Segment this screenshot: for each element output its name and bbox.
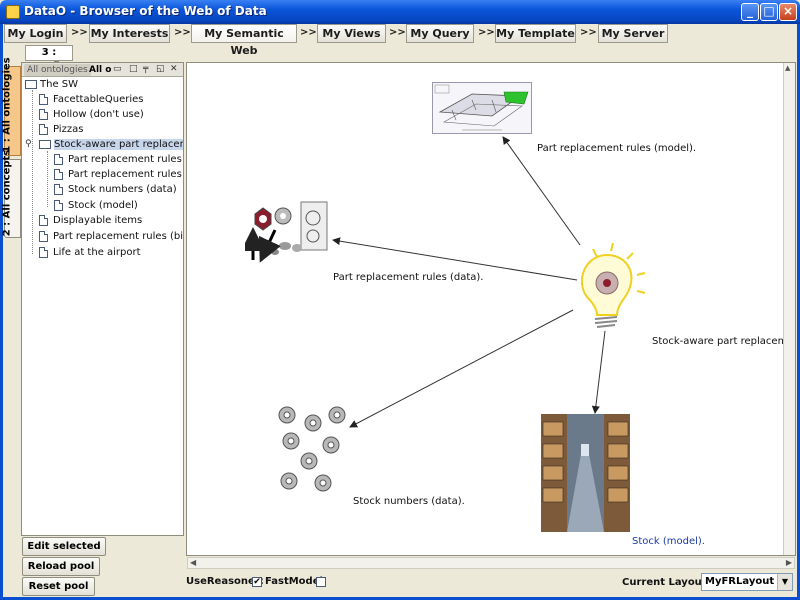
tree-item[interactable]: Part replacement rules (data [54,152,183,167]
window-title: DataO - Browser of the Web of Data [24,4,267,18]
document-icon [39,247,48,258]
tab-all-ontologies-label: 1 : All ontologies [1,57,13,153]
tree-item-label: Stock numbers (data) [68,184,177,195]
reload-pool-button[interactable]: Reload pool [22,557,100,576]
nav-separator: >> [389,27,406,38]
document-icon [39,124,48,135]
model-drawing-image[interactable] [432,82,532,134]
fast-model-checkbox[interactable] [316,577,326,587]
app-icon [6,5,20,19]
tree-item[interactable]: Displayable items [39,213,142,228]
label-center: Stock-aware part replacement [652,336,796,347]
label-stock-model: Stock (model). [632,536,705,547]
restore-icon[interactable]: □ [129,65,138,74]
tree-item-label: Part replacement rules (data [68,154,183,165]
scroll-left-icon[interactable]: ◀ [190,558,196,567]
vertical-scrollbar[interactable]: ▲ [783,63,795,555]
close-icon[interactable]: × [779,3,797,21]
tab-my-login[interactable]: My Login [4,24,67,43]
document-icon [39,231,48,242]
tree-item-label: Hollow (don't use) [53,109,144,120]
tree-item[interactable]: Hollow (don't use) [39,107,144,122]
document-icon [39,94,48,105]
folder-icon [25,80,37,89]
tree-root-label: The SW [40,79,79,90]
document-icon [54,200,63,211]
lightbulb-icon[interactable] [567,241,649,333]
nav-separator: >> [580,27,597,38]
tab-my-server[interactable]: My Server [598,24,668,43]
document-icon [54,184,63,195]
tab-all-concepts[interactable]: 2 : All concepts [2,149,21,238]
tab-my-query[interactable]: My Query [406,24,474,43]
layout-select-value: MyFRLayout [705,576,775,587]
tab-all-ontologies-active[interactable]: All o [89,64,111,76]
nav-separator: >> [174,27,191,38]
tree-item-label: Displayable items [53,215,143,226]
pin-icon[interactable]: ╤ [143,65,152,74]
chevron-down-icon[interactable]: ▼ [777,574,792,590]
tree-item[interactable]: Stock (model) [54,198,138,213]
tree-header: All ontologies All o ▭ □ ╤ ◱ ✕ [22,63,183,77]
document-icon [54,169,63,180]
tab-my-interests[interactable]: My Interests [89,24,170,43]
scroll-right-icon[interactable]: ▶ [786,558,792,567]
tree-item[interactable]: FacettableQueries [39,92,143,107]
nuts-image[interactable] [275,403,355,495]
edge-to-stock-numbers [349,309,574,428]
nav-separator: >> [478,27,495,38]
tree-item[interactable]: Life at the airport [39,245,141,260]
close-panel-icon[interactable]: ✕ [170,65,179,74]
tree-item-label: Stock-aware part replacement [54,139,183,150]
document-icon [39,215,48,226]
tree-item[interactable]: Part replacement rules (big da [39,229,183,244]
edit-selected-button[interactable]: Edit selected [22,537,106,556]
tree-item-label: Stock (model) [68,200,138,211]
ontology-tree-panel: All ontologies All o ▭ □ ╤ ◱ ✕ The SW Fa… [21,62,184,536]
use-reasoner-checkbox[interactable]: ✔ [252,577,262,587]
tree-root[interactable]: The SW [24,77,78,92]
tree-item[interactable]: Pizzas [39,122,83,137]
tree-item-selected[interactable]: ⚲ Stock-aware part replacement [25,137,183,152]
window-list-icon[interactable]: ▭ [113,65,122,74]
tree-item[interactable]: Stock numbers (data) [54,182,177,197]
tree-item-label: FacettableQueries [53,94,144,105]
title-bar: DataO - Browser of the Web of Data _ □ × [0,0,800,24]
graph-canvas[interactable]: Part replacement rules (model). Part rep… [186,62,796,556]
label-stock-numbers: Stock numbers (data). [353,496,465,507]
nav-separator: >> [71,27,88,38]
edge-to-stock-model [591,330,606,414]
label-model: Part replacement rules (model). [537,143,697,154]
parts-image[interactable] [245,200,329,270]
reset-pool-button[interactable]: Reset pool [22,577,95,596]
expand-key-icon[interactable]: ⚲ [25,137,32,152]
tree-connector [32,90,33,254]
tree-connector [47,151,48,207]
tab-my-template[interactable]: My Template [495,24,576,43]
tree-item-label: Part replacement rules (mo [68,169,183,180]
tree-item[interactable]: Part replacement rules (mo [54,167,183,182]
maximize-icon[interactable]: □ [760,3,778,21]
scroll-up-icon[interactable]: ▲ [785,64,790,72]
warehouse-image[interactable] [541,414,630,532]
horizontal-scrollbar[interactable]: ◀ ▶ [187,557,795,569]
nav-separator: >> [300,27,317,38]
tab-all-ontologies[interactable]: 1 : All ontologies [2,57,21,156]
tab-my-semantic-web[interactable]: My Semantic Web [191,24,297,57]
document-icon [39,109,48,120]
tab-my-views[interactable]: My Views [317,24,386,43]
tab-config[interactable]: 3 : Config [25,45,73,72]
tab-all-ontologies-inactive[interactable]: All ontologies [24,64,91,76]
folder-icon [39,140,51,149]
tree-item-label: Pizzas [53,124,84,135]
tab-all-concepts-label: 2 : All concepts [1,149,13,236]
document-icon [54,154,63,165]
tree-item-label: Part replacement rules (big da [53,231,183,242]
tree-item-label: Life at the airport [53,247,141,258]
label-data: Part replacement rules (data). [333,272,484,283]
layout-select[interactable]: MyFRLayout ▼ [701,573,793,591]
minimize-icon[interactable]: _ [741,3,759,21]
float-icon[interactable]: ◱ [156,65,165,74]
